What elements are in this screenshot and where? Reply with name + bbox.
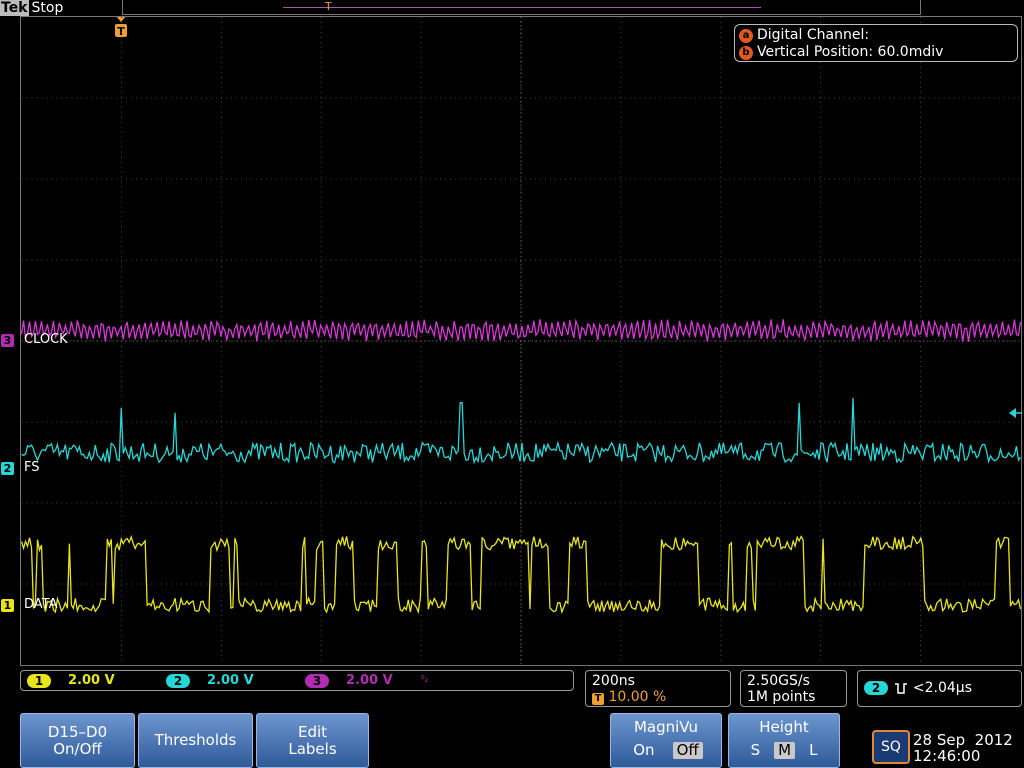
- digital-button-line1: D15–D0: [47, 723, 108, 741]
- ch2-scale: 2.00 V: [207, 673, 254, 688]
- magnivu-off-option[interactable]: Off: [672, 742, 703, 759]
- edit-labels-button[interactable]: Edit Labels: [256, 713, 369, 768]
- horizontal-position: 10.00 %: [608, 689, 667, 705]
- date-text: 28 Sep 2012: [913, 731, 1013, 749]
- badge-a: a: [739, 29, 753, 43]
- clock-trace: [21, 318, 1021, 342]
- thresholds-button[interactable]: Thresholds: [138, 713, 253, 768]
- time-text: 12:46:00: [913, 747, 981, 765]
- channel-1-marker[interactable]: 1: [1, 599, 14, 612]
- magnivu-button[interactable]: MagniVu On Off: [610, 713, 722, 768]
- height-large-option[interactable]: L: [805, 742, 821, 759]
- fs-trace: [21, 397, 1021, 465]
- brand-logo: Tek: [0, 0, 29, 16]
- trigger-readout[interactable]: 2 <2.04µs: [857, 670, 1022, 707]
- record-length: 1M points: [747, 689, 816, 705]
- magnivu-title: MagniVu: [633, 718, 699, 736]
- height-button[interactable]: Height SML: [728, 713, 840, 768]
- ch1-scale: 2.00 V: [68, 673, 115, 688]
- edit-labels-line2: Labels: [288, 740, 337, 758]
- sample-rate: 2.50GS/s: [747, 673, 810, 689]
- time-per-div: 200ns: [592, 673, 635, 689]
- trigger-source-pill: 2: [864, 681, 888, 695]
- height-small-option[interactable]: S: [747, 742, 765, 759]
- channel-2-label: FS: [24, 460, 40, 475]
- ch3-bandwidth-icon: ⁰₂: [421, 675, 429, 685]
- waveform-graticule[interactable]: [20, 16, 1022, 666]
- ch3-pill[interactable]: 3: [305, 674, 329, 688]
- height-medium-option[interactable]: M: [774, 742, 796, 759]
- ch2-pill[interactable]: 2: [166, 674, 190, 688]
- sq-acquire-button[interactable]: SQ: [872, 730, 910, 764]
- trigger-badge: T: [592, 693, 604, 705]
- magnivu-on-option[interactable]: On: [629, 742, 658, 759]
- channel-2-marker[interactable]: 2: [1, 462, 14, 475]
- digital-button-line2: On/Off: [53, 740, 102, 758]
- trigger-condition: <2.04µs: [912, 680, 973, 696]
- channel-scale-bar: 1 2.00 V 2 2.00 V 3 2.00 V ⁰₂: [20, 670, 574, 691]
- channel-3-label: CLOCK: [24, 332, 68, 347]
- sample-readout[interactable]: 2.50GS/s 1M points: [740, 670, 847, 707]
- ch3-scale: 2.00 V: [346, 673, 393, 688]
- info-vertical-position: Vertical Position: 60.0mdiv: [757, 44, 944, 60]
- record-trigger-marker: T: [325, 0, 332, 13]
- ch1-pill[interactable]: 1: [27, 674, 51, 688]
- info-panel: a Digital Channel: b Vertical Position: 60…: [734, 24, 1018, 62]
- channel-1-label: DATA: [24, 597, 58, 612]
- digital-on-off-button[interactable]: D15–D0 On/Off: [20, 713, 135, 768]
- edit-labels-line1: Edit: [297, 723, 328, 741]
- trigger-level-marker[interactable]: [1009, 406, 1023, 420]
- pulse-width-icon: [895, 683, 908, 694]
- record-view-window: [283, 7, 761, 8]
- horizontal-readout[interactable]: 200ns T 10.00 %: [585, 670, 731, 707]
- brand-status: Tek Stop: [0, 0, 63, 16]
- channel-3-marker[interactable]: 3: [1, 334, 14, 347]
- info-digital-channel: Digital Channel:: [757, 27, 870, 43]
- height-title: Height: [759, 718, 809, 736]
- acquisition-state: Stop: [31, 0, 64, 16]
- date-time: 28 Sep 2012 12:46:00: [913, 732, 1013, 764]
- badge-b: b: [739, 46, 753, 60]
